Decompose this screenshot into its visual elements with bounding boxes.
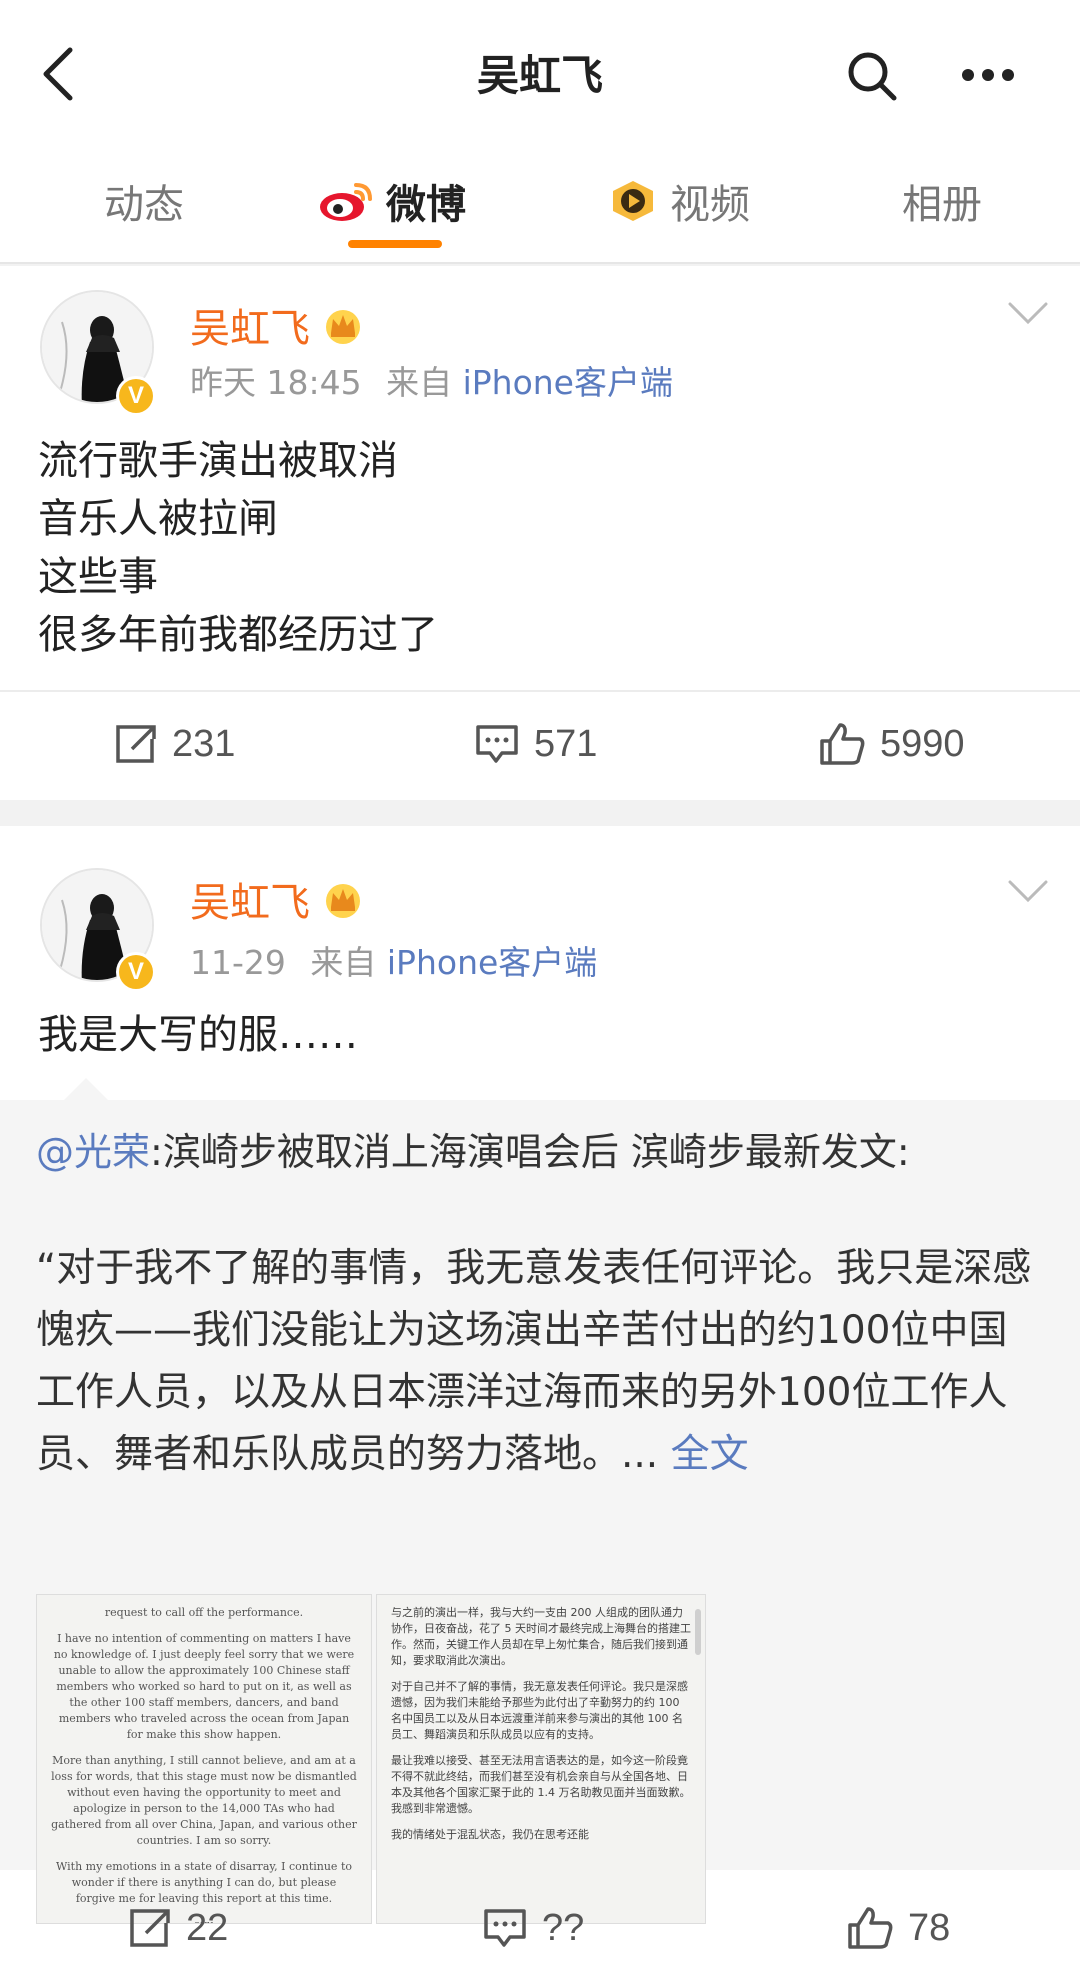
repost-quote-text: “对于我不了解的事情，我无意发表任何评论。我只是深感愧疚——我们没能让为这场演出… — [36, 1246, 1032, 1477]
repost-headline: :滨崎步被取消上海演唱会后 滨崎步最新发文: — [150, 1130, 910, 1174]
image-text-line: 我的情绪处于混乱状态，我仍在思考还能 — [391, 1828, 589, 1841]
like-count: 5990 — [880, 722, 965, 765]
page-title: 吴虹飞 — [476, 51, 603, 100]
image-text-line: 最让我难以接受、甚至无法用言语表达的是，如今这一阶段竟不得不就此终结，而我们甚至… — [391, 1754, 691, 1815]
author-name-text: 吴虹飞 — [190, 880, 310, 926]
repost-button[interactable]: 22 — [126, 1876, 228, 1961]
image-text-line: request to call off the performance. — [104, 1606, 304, 1619]
post-text: 我是大写的服…… — [38, 1012, 358, 1058]
post-from-label: 来自 — [310, 943, 377, 982]
attached-image-chinese[interactable]: 与之前的演出一样，我与大约一支由 200 人组成的团队通力协作，日夜奋战，花了 … — [376, 1594, 706, 1924]
video-icon — [613, 181, 653, 221]
profile-tabs: 动态 微博 视频 相册 — [0, 142, 1080, 264]
repost-icon — [130, 1909, 170, 1947]
author-name[interactable]: 吴虹飞 — [190, 296, 364, 354]
comment-icon — [476, 725, 518, 763]
repost-icon — [116, 725, 156, 763]
post-from-label: 来自 — [386, 363, 453, 402]
post-actions: 22 ?? 78 — [0, 1876, 1080, 1961]
author-name[interactable]: 吴虹飞 — [190, 870, 364, 928]
repost-quote: “对于我不了解的事情，我无意发表任何评论。我只是深感愧疚——我们没能让为这场演出… — [36, 1238, 1046, 1486]
repost-count: 22 — [186, 1906, 229, 1949]
comment-button[interactable]: ?? — [482, 1876, 584, 1961]
repost-count: 231 — [172, 722, 236, 765]
image-text-chinese: 与之前的演出一样，我与大约一支由 200 人组成的团队通力协作，日夜奋战，花了 … — [391, 1605, 691, 1853]
tab-video-label: 视频 — [670, 182, 750, 228]
tab-album[interactable]: 相册 — [902, 172, 982, 230]
verified-badge-icon: V — [116, 952, 156, 992]
tab-album-label: 相册 — [902, 182, 982, 228]
tab-feed[interactable]: 动态 — [104, 172, 184, 230]
post-card[interactable]: V 吴虹飞 11-29 来自 iPhone客户端 我是大写的服…… @光荣:滨崎… — [0, 826, 1080, 1961]
author-name-text: 吴虹飞 — [190, 306, 310, 352]
vip-crown-icon — [326, 310, 360, 344]
image-text-line: 与之前的演出一样，我与大约一支由 200 人组成的团队通力协作，日夜奋战，花了 … — [391, 1606, 691, 1667]
repost-author-link[interactable]: @光荣 — [36, 1130, 150, 1174]
image-text-line: I have no intention of commenting on mat… — [53, 1632, 355, 1741]
weibo-logo-icon — [320, 183, 372, 221]
like-button[interactable]: 78 — [846, 1876, 950, 1961]
tab-weibo[interactable]: 微博 — [318, 172, 466, 230]
image-text-line: More than anything, I still cannot belie… — [51, 1754, 357, 1847]
post-actions: 231 571 5990 — [0, 690, 1080, 794]
post-meta: 11-29 来自 iPhone客户端 — [190, 936, 597, 984]
post-text: 流行歌手演出被取消 音乐人被拉闸 这些事 很多年前我都经历过了 — [38, 438, 438, 658]
like-count: 78 — [908, 1906, 951, 1949]
thumbs-up-icon — [820, 723, 865, 765]
post-source[interactable]: iPhone客户端 — [463, 363, 673, 402]
comment-icon — [484, 1909, 526, 1947]
image-text-line: 对于自己并不了解的事情，我无意发表任何评论。我只是深感遗憾，因为我们未能给予那些… — [391, 1680, 688, 1741]
post-source[interactable]: iPhone客户端 — [387, 943, 597, 982]
image-scrollbar — [695, 1609, 701, 1655]
comment-count: ?? — [542, 1906, 585, 1949]
comment-count: 571 — [534, 722, 598, 765]
like-button[interactable]: 5990 — [818, 692, 965, 796]
search-icon[interactable] — [846, 50, 898, 102]
chevron-down-icon[interactable] — [1006, 300, 1050, 326]
active-tab-indicator — [348, 240, 442, 248]
more-options-icon[interactable] — [960, 66, 1016, 84]
thumbs-up-icon — [848, 1907, 893, 1949]
post-card[interactable]: V 吴虹飞 昨天 18:45 来自 iPhone客户端 流行歌手演出被取消 音乐… — [0, 266, 1080, 800]
chevron-down-icon[interactable] — [1006, 878, 1050, 904]
vip-crown-icon — [326, 884, 360, 918]
verified-badge-icon: V — [116, 376, 156, 416]
tab-feed-label: 动态 — [104, 182, 184, 228]
repost-header: @光荣:滨崎步被取消上海演唱会后 滨崎步最新发文: — [36, 1122, 1046, 1182]
top-bar: 吴虹飞 — [0, 0, 1080, 142]
attached-image-english[interactable]: request to call off the performance. I h… — [36, 1594, 372, 1924]
full-text-link[interactable]: 全文 — [671, 1432, 749, 1477]
repost-caret — [64, 1078, 108, 1100]
post-meta: 昨天 18:45 来自 iPhone客户端 — [190, 356, 673, 404]
reposted-content[interactable]: @光荣:滨崎步被取消上海演唱会后 滨崎步最新发文: “对于我不了解的事情，我无意… — [0, 1078, 1080, 1924]
comment-button[interactable]: 571 — [474, 692, 597, 796]
tab-video[interactable]: 视频 — [608, 172, 750, 230]
post-time: 11-29 — [190, 943, 286, 982]
post-time: 昨天 18:45 — [190, 363, 362, 402]
repost-button[interactable]: 231 — [112, 692, 235, 796]
tab-weibo-label: 微博 — [386, 182, 466, 228]
